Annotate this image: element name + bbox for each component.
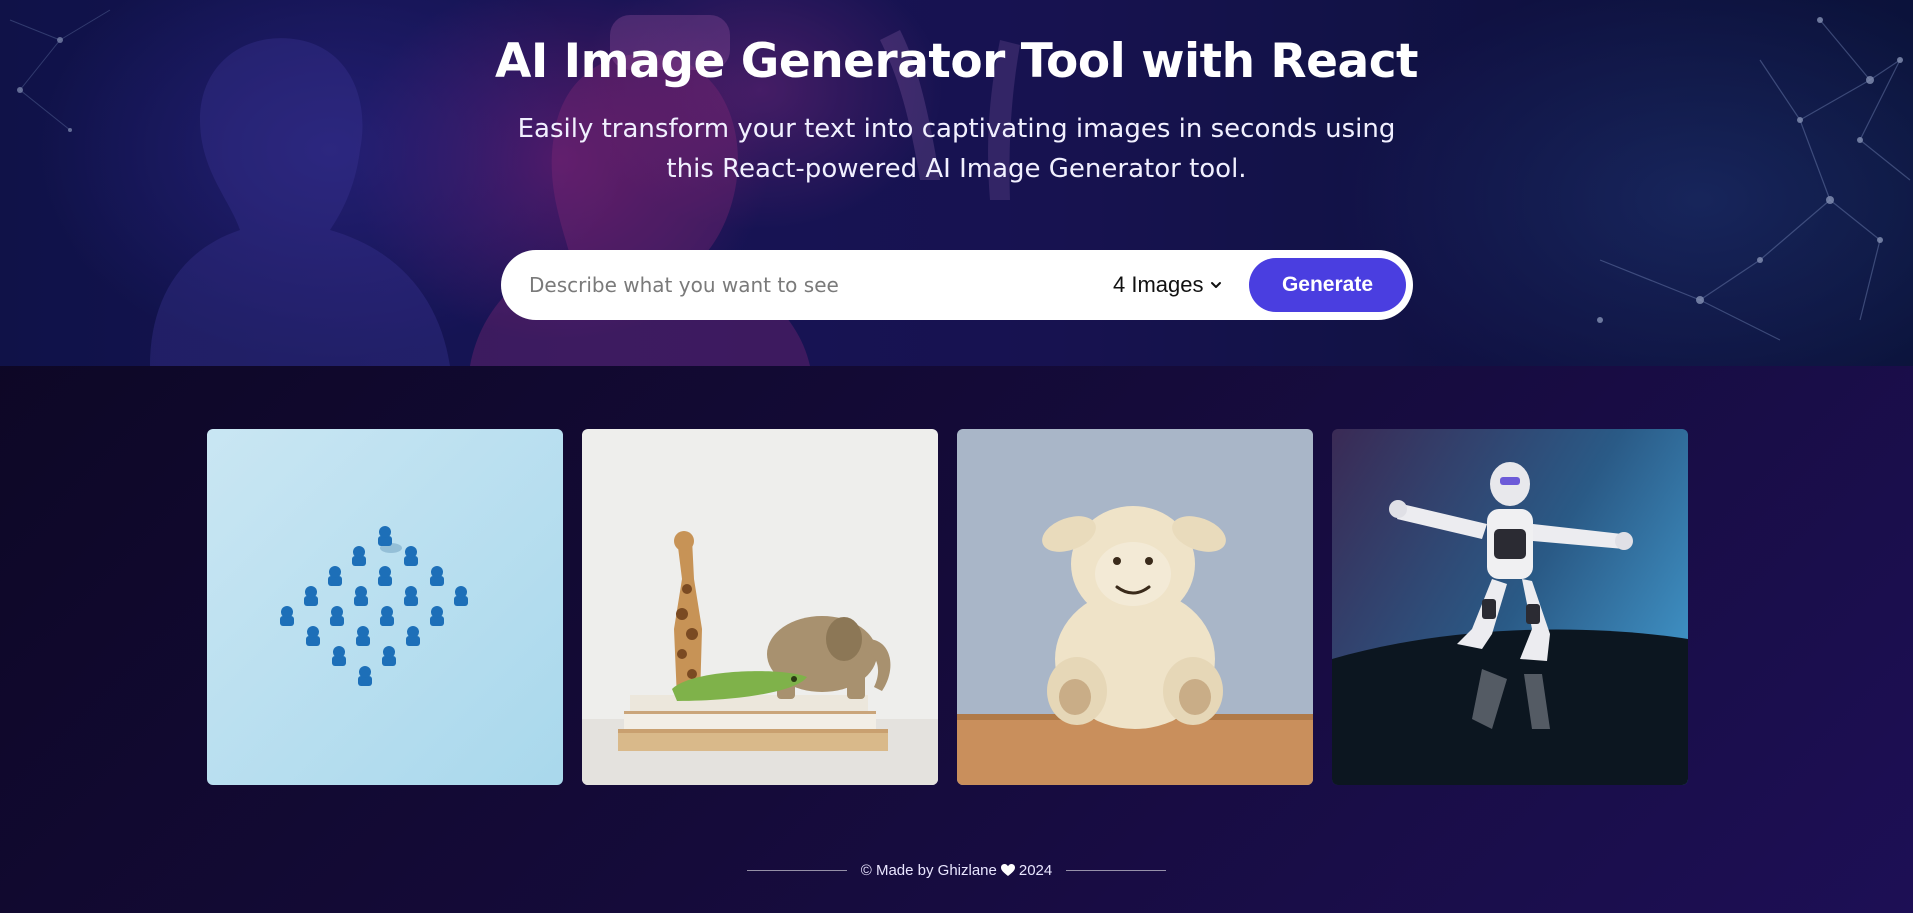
prompt-form: 4 Images Generate (501, 250, 1413, 320)
footer-divider-right (1066, 870, 1167, 871)
footer-divider-left (746, 870, 847, 871)
prompt-input[interactable] (529, 265, 1089, 305)
blue-pawns-image (207, 429, 563, 785)
image-card[interactable] (957, 429, 1313, 785)
image-card[interactable] (1332, 429, 1688, 785)
page-title: AI Image Generator Tool with React (494, 34, 1419, 89)
footer: © Made by Ghizlane 2024 (0, 862, 1913, 879)
footer-credit: © Made by Ghizlane 2024 (861, 862, 1053, 879)
wooden-toys-image (582, 429, 938, 785)
image-card[interactable] (207, 429, 563, 785)
footer-made-by: © Made by Ghizlane (860, 862, 997, 879)
page-subtitle: Easily transform your text into captivat… (517, 114, 1396, 184)
image-count-value: 4 Images (1113, 272, 1204, 297)
generate-button[interactable]: Generate (1249, 258, 1406, 312)
robot-image (1332, 429, 1688, 785)
heart-icon (1000, 864, 1015, 876)
chevron-down-icon (1210, 282, 1221, 288)
image-card[interactable] (582, 429, 938, 785)
hero-content: AI Image Generator Tool with React Easil… (0, 0, 1913, 189)
image-count-select[interactable]: 4 Images (1113, 250, 1222, 320)
image-gallery (207, 429, 1688, 785)
plush-sheep-image (957, 429, 1313, 785)
footer-year: 2024 (1018, 862, 1053, 879)
